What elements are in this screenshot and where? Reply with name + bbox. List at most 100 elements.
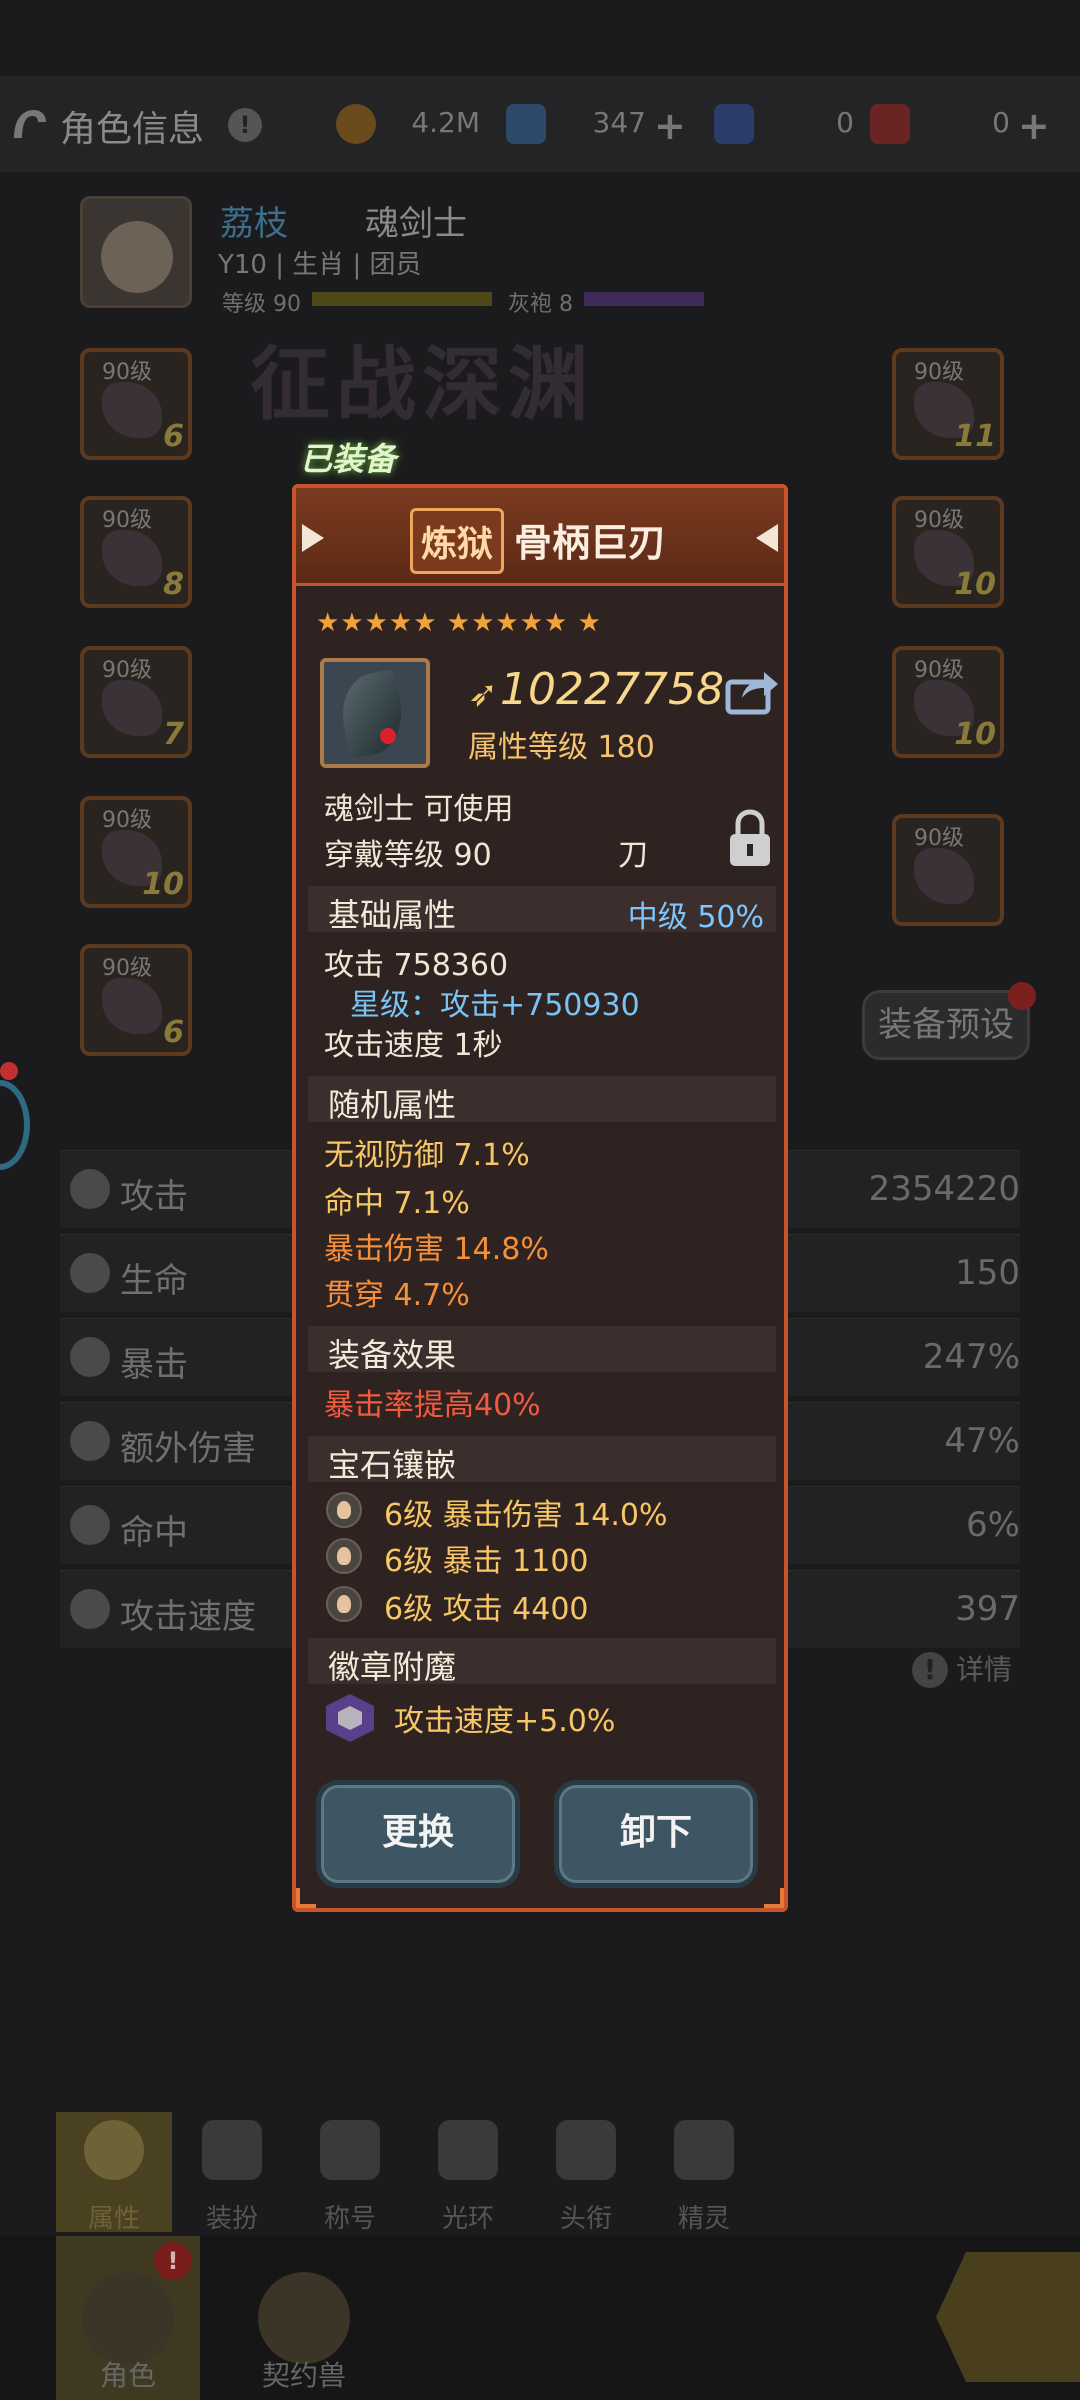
emblem-effect: 攻击速度+5.0% <box>394 1704 616 1739</box>
side-menu-handle[interactable] <box>0 1080 30 1170</box>
item-power: 10227758 <box>500 664 724 715</box>
gem-icon <box>326 1492 362 1528</box>
share-icon[interactable] <box>724 668 780 716</box>
arrow-right-icon[interactable] <box>936 2252 1080 2382</box>
tab-title[interactable]: 称号 <box>292 2112 408 2234</box>
random-attr: 命中 7.1% <box>324 1186 470 1221</box>
item-grade-badge: 炼狱 <box>410 508 505 574</box>
paw-icon <box>258 2272 350 2364</box>
help-icon[interactable]: ! <box>228 108 262 142</box>
notification-badge <box>1008 982 1036 1010</box>
person-icon <box>84 2120 144 2180</box>
section-base-attributes: 基础属性 中级 50% <box>308 886 776 935</box>
heart-icon <box>70 1253 110 1293</box>
equip-slot[interactable]: 90级 7 <box>80 646 192 758</box>
tab-rank[interactable]: 头衔 <box>528 2112 644 2234</box>
helmet-icon <box>82 2272 174 2364</box>
notification-badge: ! <box>154 2242 192 2280</box>
add-ticket-button[interactable]: + <box>1018 104 1050 148</box>
gem-effect: 6级 暴击伤害 14.0% <box>384 1498 668 1533</box>
frame-corner <box>296 1888 316 1908</box>
gem-effect: 6级 暴击 1100 <box>384 1544 589 1579</box>
item-header: 炼狱 骨柄巨刃 <box>296 488 784 586</box>
section-gem-inlay: 宝石镶嵌 <box>308 1436 776 1484</box>
resource-blue-ticket: 0 <box>714 100 854 148</box>
attack-speed: 攻击速度 1秒 <box>324 1028 503 1063</box>
tab-halo[interactable]: 光环 <box>410 2112 526 2234</box>
prev-item-icon[interactable] <box>302 524 324 552</box>
item-detail-modal: 炼狱 骨柄巨刃 ★★★★★ ★★★★★ ★ ➶ 10227758 属性等级 18… <box>292 484 788 1912</box>
resource-red-ticket: 0 + <box>870 100 1060 148</box>
blue-ticket-icon <box>714 104 754 144</box>
player-level: 等级 90 <box>222 292 301 317</box>
equip-slot[interactable]: 90级 6 <box>80 944 192 1056</box>
blue-crystal-icon <box>506 104 546 144</box>
skull-icon <box>556 2120 616 2180</box>
equipment-preset-button[interactable]: 装备预设 <box>862 990 1030 1060</box>
power-icon: ➶ <box>468 674 499 715</box>
next-item-icon[interactable] <box>756 524 778 552</box>
attack-icon <box>70 1169 110 1209</box>
halo-icon <box>438 2120 498 2180</box>
item-icon <box>320 658 430 768</box>
equip-slot[interactable]: 90级 8 <box>80 496 192 608</box>
equip-slot[interactable]: 90级 6 <box>80 348 192 460</box>
robe-bar <box>584 292 704 306</box>
level-bar <box>312 292 492 306</box>
random-attr: 暴击伤害 14.8% <box>324 1232 549 1267</box>
nav-pet[interactable]: 契约兽 <box>232 2236 376 2400</box>
frame-corner <box>764 1888 784 1908</box>
wear-level: 穿戴等级 90 <box>324 838 492 873</box>
tab-spirit[interactable]: 精灵 <box>646 2112 762 2234</box>
random-attr: 贯穿 4.7% <box>324 1278 470 1313</box>
weapon-type: 刀 <box>618 838 648 873</box>
gold-coin-icon <box>336 104 376 144</box>
tab-outfit[interactable]: 装扮 <box>174 2112 290 2234</box>
hanger-icon <box>202 2120 262 2180</box>
equipped-badge: 已装备 <box>300 440 397 478</box>
usable-class: 魂剑士 可使用 <box>324 792 514 827</box>
replace-button[interactable]: 更换 <box>316 1780 520 1888</box>
info-icon: ! <box>912 1652 948 1688</box>
gem-icon <box>326 1586 362 1622</box>
extra-damage-icon <box>70 1421 110 1461</box>
resource-crystal: 347 + <box>506 100 696 148</box>
back-icon[interactable] <box>8 102 52 146</box>
equip-slot[interactable]: 90级 10 <box>892 496 1004 608</box>
equip-slot[interactable]: 90级 <box>892 814 1004 926</box>
avatar[interactable] <box>80 196 192 308</box>
unequip-button[interactable]: 卸下 <box>554 1780 758 1888</box>
gem-effect: 6级 攻击 4400 <box>384 1592 589 1627</box>
attribute-tier: 中级 50% <box>627 900 764 935</box>
top-bar: 角色信息 ! 4.2M 347 + 0 0 + <box>0 76 1080 172</box>
base-attack: 攻击 758360 <box>324 948 509 983</box>
section-equip-effect: 装备效果 <box>308 1326 776 1374</box>
red-ticket-icon <box>870 104 910 144</box>
player-class: 魂剑士 <box>365 204 467 244</box>
page-title: 角色信息 <box>60 109 205 150</box>
attribute-level: 属性等级 180 <box>468 730 655 765</box>
section-emblem-enchant: 徽章附魔 <box>308 1638 776 1686</box>
item-name: 骨柄巨刃 <box>514 521 667 565</box>
player-name: 荔枝 <box>220 204 288 244</box>
emblem-icon <box>326 1694 374 1742</box>
section-random-attributes: 随机属性 <box>308 1076 776 1124</box>
attack-speed-icon <box>70 1589 110 1629</box>
star-rating: ★★★★★ ★★★★★ ★ <box>316 608 602 638</box>
target-icon <box>70 1505 110 1545</box>
lock-icon[interactable] <box>726 808 774 868</box>
add-crystal-button[interactable]: + <box>654 104 686 148</box>
equip-slot[interactable]: 90级 10 <box>892 646 1004 758</box>
robe-level: 灰袍 8 <box>508 292 573 317</box>
details-link[interactable]: ! 详情 <box>912 1648 1012 1688</box>
spirit-icon <box>674 2120 734 2180</box>
equip-slot[interactable]: 90级 10 <box>80 796 192 908</box>
crit-icon <box>70 1337 110 1377</box>
equip-slot[interactable]: 90级 11 <box>892 348 1004 460</box>
player-info: Y10 | 生肖 | 团员 <box>218 250 422 280</box>
crown-icon <box>320 2120 380 2180</box>
tab-attributes[interactable]: 属性 <box>56 2112 172 2234</box>
sub-navigation: 属性 装扮 称号 光环 头衔 精灵 <box>56 2112 766 2234</box>
equip-effect: 暴击率提高40% <box>324 1388 541 1423</box>
resource-gold: 4.2M <box>336 100 486 148</box>
